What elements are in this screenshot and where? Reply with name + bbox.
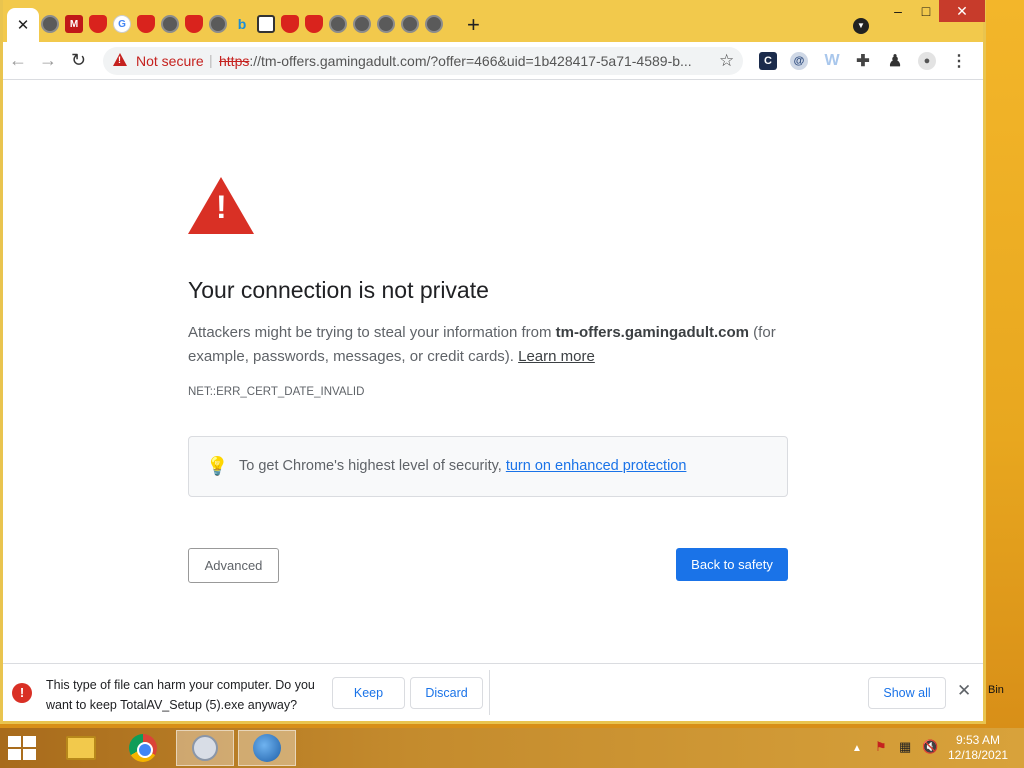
address-bar[interactable]: Not secure | https://tm-offers.gamingadu… [103, 47, 743, 75]
tab-mcafee-icon[interactable]: M [65, 15, 83, 33]
download-shelf: ! This type of file can harm your comput… [3, 663, 983, 720]
extensions-puzzle-icon[interactable]: ✚ [854, 52, 872, 70]
tab-globe-icon[interactable] [41, 15, 59, 33]
url-scheme: https [219, 53, 250, 69]
start-windows-icon[interactable] [8, 736, 38, 760]
download-error-icon: ! [12, 683, 32, 703]
globe-icon [253, 734, 281, 762]
discard-button[interactable]: Discard [410, 677, 483, 709]
volume-muted-icon[interactable]: 🔇 [922, 739, 938, 755]
browser-toolbar: ← → ↻ Not secure | https://tm-offers.gam… [3, 42, 983, 80]
new-tab-button[interactable]: + [467, 12, 480, 38]
menu-kebab-icon[interactable]: ⋮ [950, 52, 968, 70]
advanced-button[interactable]: Advanced [188, 548, 279, 583]
tab-globe-icon[interactable] [401, 15, 419, 33]
tab-list: M G b [41, 15, 443, 33]
tab-shield-icon[interactable] [185, 15, 203, 33]
tab-globe-icon[interactable] [329, 15, 347, 33]
error-code: NET::ERR_CERT_DATE_INVALID [188, 386, 365, 398]
close-shelf-icon[interactable]: ✕ [957, 681, 971, 701]
tab-globe-icon[interactable] [353, 15, 371, 33]
taskbar-network-app[interactable] [238, 730, 296, 766]
extension-w-icon[interactable]: W [823, 52, 841, 70]
close-window-button[interactable]: ✕ [939, 0, 985, 22]
action-center-flag-icon[interactable]: ⚑ [875, 739, 887, 755]
page-title: Your connection is not private [188, 277, 489, 303]
show-hidden-icons-arrow-icon[interactable]: ▲ [852, 743, 862, 754]
enhanced-protection-box: 💡 To get Chrome's highest level of secur… [188, 436, 788, 497]
enhanced-text: To get Chrome's highest level of securit… [239, 458, 686, 474]
recycle-bin-label[interactable]: Bin [988, 684, 1004, 696]
system-clock[interactable]: 9:53 AM 12/18/2021 [948, 733, 1008, 763]
minimize-button[interactable]: – [883, 0, 913, 22]
tab-globe-icon[interactable] [209, 15, 227, 33]
enhanced-protection-link[interactable]: turn on enhanced protection [506, 458, 687, 474]
maximize-button[interactable]: □ [913, 0, 939, 22]
tab-shield-icon[interactable] [281, 15, 299, 33]
desc-domain: tm-offers.gamingadult.com [555, 324, 750, 341]
tab-shield-icon[interactable] [89, 15, 107, 33]
tab-strip: ✕ M G b + ▼ – □ ✕ [3, 0, 985, 42]
enhanced-prefix: To get Chrome's highest level of securit… [239, 458, 506, 474]
folder-icon [66, 736, 96, 760]
reload-icon[interactable]: ↻ [71, 50, 86, 71]
clock-time: 9:53 AM [955, 733, 1001, 747]
interstitial-page: ! Your connection is not private Attacke… [3, 81, 983, 663]
clock-date: 12/18/2021 [948, 748, 1009, 762]
keep-button[interactable]: Keep [332, 677, 405, 709]
back-to-safety-button[interactable]: Back to safety [676, 548, 788, 581]
shelf-divider [489, 670, 490, 715]
tab-shield-icon[interactable] [305, 15, 323, 33]
profile-avatar-icon[interactable]: ● [918, 52, 936, 70]
taskbar-chrome[interactable] [114, 730, 172, 766]
tab-google-icon[interactable]: G [113, 15, 131, 33]
browser-window: ✕ M G b + ▼ – □ ✕ ← → ↻ ! Not secure | h… [0, 0, 986, 724]
network-icon[interactable]: ▦ [899, 739, 911, 755]
forward-arrow-icon[interactable]: → [39, 50, 57, 71]
back-arrow-icon[interactable]: ← [9, 50, 27, 71]
show-all-button[interactable]: Show all [868, 677, 946, 709]
tab-globe-icon[interactable] [425, 15, 443, 33]
tab-shield-icon[interactable] [137, 15, 155, 33]
close-icon[interactable]: ✕ [17, 16, 30, 34]
tab-globe-icon[interactable] [161, 15, 179, 33]
desc-before: Attackers might be trying to steal your … [188, 324, 556, 341]
tab-search-icon[interactable]: ▼ [853, 18, 869, 34]
taskbar-file-explorer[interactable] [52, 730, 110, 766]
chrome-icon [129, 734, 157, 762]
warning-icon[interactable] [113, 53, 127, 66]
extension-globe-icon[interactable]: @ [790, 52, 808, 70]
extension-person-icon[interactable]: ♟ [886, 52, 904, 70]
lightbulb-icon: 💡 [206, 456, 229, 476]
taskbar: ▲ ⚑ ▦ 🔇 9:53 AM 12/18/2021 [0, 728, 1024, 768]
separator: | [209, 52, 213, 68]
tab-bing-icon[interactable]: b [233, 15, 251, 33]
warning-description: Attackers might be trying to steal your … [188, 321, 798, 369]
url-text[interactable]: https://tm-offers.gamingadult.com/?offer… [219, 53, 693, 69]
tab-shield-icon[interactable] [257, 15, 275, 33]
large-warning-icon: ! [188, 177, 254, 234]
url-rest: ://tm-offers.gamingadult.com/?offer=466&… [249, 53, 692, 69]
media-player-icon [192, 735, 218, 761]
extension-cq-icon[interactable]: C [759, 52, 777, 70]
download-warning-text: This type of file can harm your computer… [46, 678, 315, 712]
security-label[interactable]: Not secure [136, 53, 204, 69]
active-tab[interactable]: ✕ [7, 8, 39, 42]
bookmark-star-icon[interactable]: ☆ [719, 51, 734, 71]
tab-globe-icon[interactable] [377, 15, 395, 33]
learn-more-link[interactable]: Learn more [518, 348, 595, 365]
taskbar-media-player[interactable] [176, 730, 234, 766]
